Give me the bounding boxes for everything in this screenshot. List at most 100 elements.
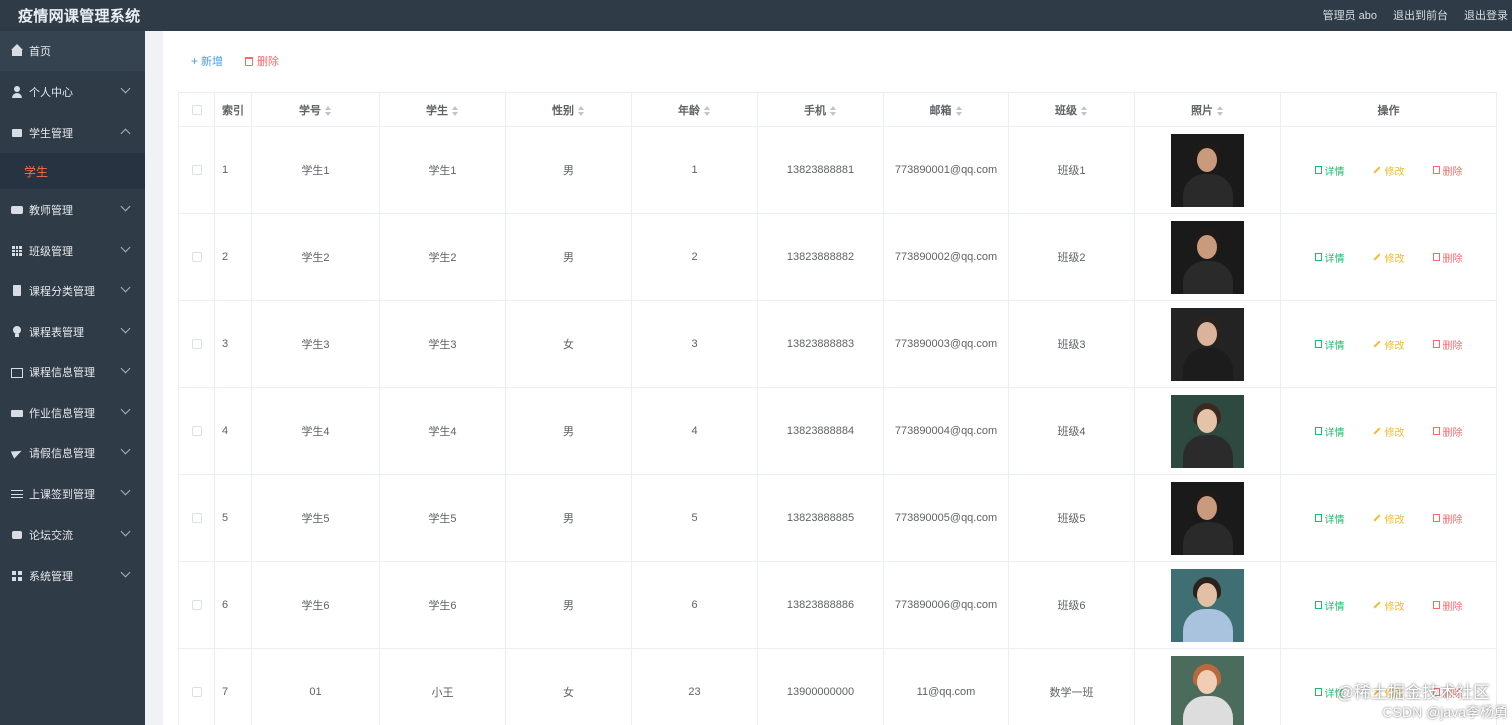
sort-icon[interactable]: [325, 105, 332, 116]
column-header-class[interactable]: 班级: [1008, 92, 1135, 127]
grid-icon: [11, 245, 23, 257]
row-select-cell[interactable]: [178, 126, 215, 214]
column-header-gender[interactable]: 性别: [505, 92, 632, 127]
row-select-cell[interactable]: [178, 300, 215, 388]
column-header-label: 学生: [426, 104, 448, 117]
sidebar-item-students[interactable]: 学生管理: [0, 113, 145, 153]
edit-label: 修改: [1384, 601, 1405, 613]
detail-button[interactable]: 详情: [1314, 163, 1345, 178]
box-icon: [11, 127, 23, 139]
row-delete-button[interactable]: 删除: [1432, 598, 1463, 613]
row-delete-button[interactable]: 删除: [1432, 337, 1463, 352]
sort-icon[interactable]: [955, 105, 963, 116]
sidebar-item-profile[interactable]: 个人中心: [0, 72, 145, 112]
sidebar-item-homework[interactable]: 作业信息管理: [0, 393, 145, 433]
student-photo[interactable]: [1171, 220, 1244, 294]
edit-button[interactable]: 修改: [1372, 511, 1405, 526]
sidebar-item-forum[interactable]: 论坛交流: [0, 515, 145, 555]
chevron-up-icon: [120, 128, 131, 139]
cell-phone: 13823888886: [757, 561, 884, 649]
edit-button[interactable]: 修改: [1372, 424, 1405, 439]
logout-link[interactable]: 退出登录: [1464, 7, 1508, 23]
sidebar-item-attendance[interactable]: 上课签到管理: [0, 474, 145, 514]
column-header-age[interactable]: 年龄: [631, 92, 758, 127]
row-select-cell[interactable]: [178, 561, 215, 649]
student-photo[interactable]: [1171, 655, 1244, 725]
header-links: 管理员 abo 退出到前台 退出登录: [1323, 7, 1512, 23]
cell-student: 学生3: [379, 300, 506, 388]
sidebar-item-timetable[interactable]: 课程表管理: [0, 312, 145, 352]
select-all-header[interactable]: [178, 92, 215, 127]
cell-gender: 男: [505, 387, 632, 475]
sort-icon[interactable]: [1081, 105, 1088, 116]
column-header-student-id[interactable]: 学号: [251, 92, 380, 127]
pencil-icon: [1372, 514, 1381, 522]
edit-button[interactable]: 修改: [1372, 163, 1405, 178]
cell-student-id: 学生4: [251, 387, 380, 475]
admin-user-label[interactable]: 管理员 abo: [1323, 7, 1377, 23]
row-checkbox[interactable]: [191, 687, 202, 698]
student-photo[interactable]: [1171, 568, 1244, 642]
watermark-juejin: @稀土掘金技术社区: [1336, 683, 1490, 702]
pencil-icon: [1372, 253, 1381, 261]
sidebar-item-home[interactable]: 首页: [0, 31, 145, 71]
sort-icon[interactable]: [1217, 105, 1224, 116]
exit-to-frontend-link[interactable]: 退出到前台: [1393, 7, 1448, 23]
app-title: 疫情网课管理系统: [18, 8, 141, 25]
cell-email: 773890003@qq.com: [883, 300, 1009, 388]
sidebar-item-classes[interactable]: 班级管理: [0, 231, 145, 271]
row-select-cell[interactable]: [178, 387, 215, 475]
detail-button[interactable]: 详情: [1314, 250, 1345, 265]
sidebar-item-leave[interactable]: 请假信息管理: [0, 433, 145, 473]
cell-photo: [1134, 126, 1281, 214]
column-header-email[interactable]: 邮箱: [883, 92, 1009, 127]
sidebar-item-course-info[interactable]: 课程信息管理: [0, 352, 145, 392]
detail-button[interactable]: 详情: [1314, 337, 1345, 352]
row-select-cell[interactable]: [178, 648, 215, 725]
detail-button[interactable]: 详情: [1314, 511, 1345, 526]
student-photo[interactable]: [1171, 394, 1244, 468]
sort-icon[interactable]: [704, 105, 711, 116]
add-button[interactable]: + 新增: [191, 53, 223, 69]
sort-icon[interactable]: [452, 105, 459, 116]
trash-icon: [1432, 427, 1440, 435]
detail-button[interactable]: 详情: [1314, 598, 1345, 613]
row-select-cell[interactable]: [178, 213, 215, 301]
cell-email: 773890001@qq.com: [883, 126, 1009, 214]
row-checkbox[interactable]: [191, 339, 202, 350]
row-checkbox[interactable]: [191, 165, 202, 176]
sidebar-item-course-categories[interactable]: 课程分类管理: [0, 271, 145, 311]
sort-icon[interactable]: [578, 105, 585, 116]
cell-student: 学生4: [379, 387, 506, 475]
cell-student: 学生1: [379, 126, 506, 214]
sidebar-item-teachers[interactable]: 教师管理: [0, 190, 145, 230]
row-checkbox[interactable]: [191, 600, 202, 611]
sort-icon[interactable]: [830, 105, 837, 116]
row-checkbox[interactable]: [191, 252, 202, 263]
edit-button[interactable]: 修改: [1372, 337, 1405, 352]
row-delete-button[interactable]: 删除: [1432, 511, 1463, 526]
edit-button[interactable]: 修改: [1372, 250, 1405, 265]
row-checkbox[interactable]: [191, 513, 202, 524]
row-delete-button[interactable]: 删除: [1432, 163, 1463, 178]
student-photo[interactable]: [1171, 481, 1244, 555]
student-photo[interactable]: [1171, 133, 1244, 207]
student-photo[interactable]: [1171, 307, 1244, 381]
column-header-photo[interactable]: 照片: [1134, 92, 1281, 127]
row-checkbox[interactable]: [191, 426, 202, 437]
sidebar-item-system[interactable]: 系统管理: [0, 556, 145, 596]
cell-class: 数学一班: [1008, 648, 1135, 725]
column-header-phone[interactable]: 手机: [757, 92, 884, 127]
detail-button[interactable]: 详情: [1314, 424, 1345, 439]
row-delete-button[interactable]: 删除: [1432, 424, 1463, 439]
select-all-checkbox[interactable]: [191, 104, 202, 115]
column-header-label: 性别: [552, 104, 574, 117]
column-header-label: 邮箱: [929, 104, 952, 117]
column-header-student[interactable]: 学生: [379, 92, 506, 127]
row-delete-button[interactable]: 删除: [1432, 250, 1463, 265]
sidebar-subitem-student[interactable]: 学生: [0, 153, 145, 189]
delete-button[interactable]: 删除: [245, 53, 279, 69]
table-row: 2 学生2 学生2 男 2 13823888882 773890002@qq.com 班级2 详…: [178, 213, 1497, 301]
edit-button[interactable]: 修改: [1372, 598, 1405, 613]
row-select-cell[interactable]: [178, 474, 215, 562]
